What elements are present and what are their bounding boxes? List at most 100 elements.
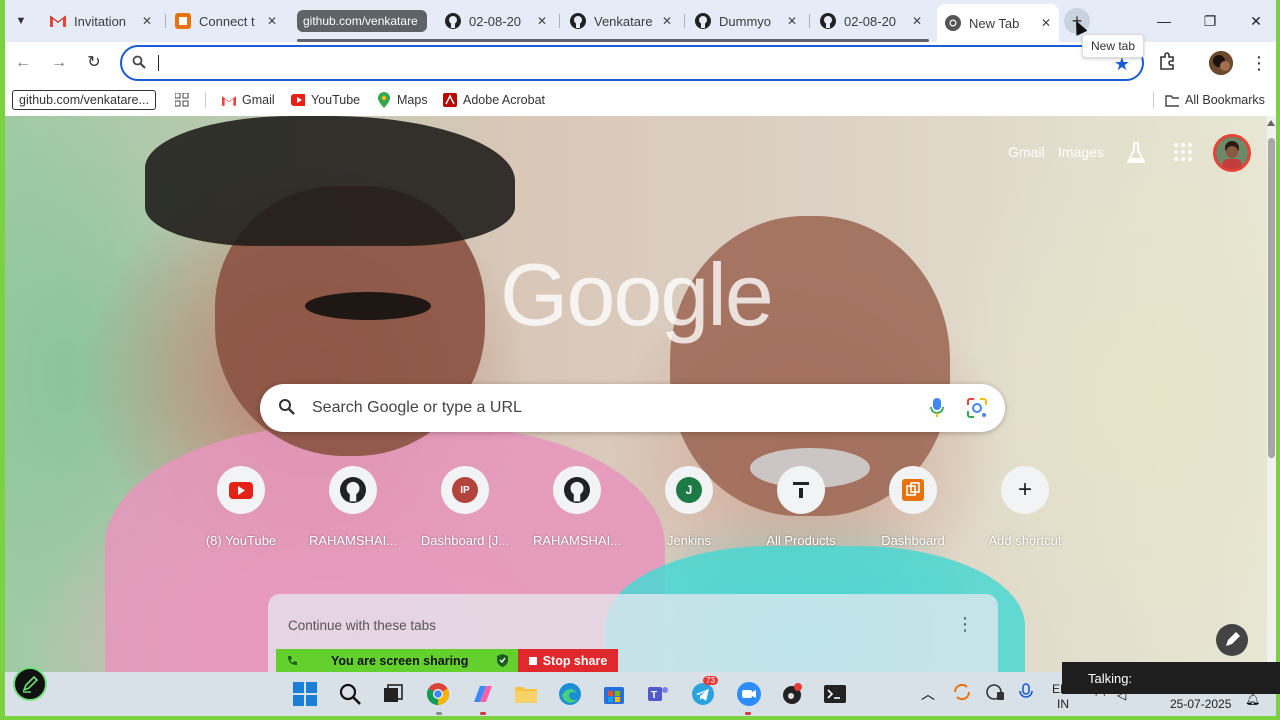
google-lens-icon[interactable] bbox=[966, 397, 988, 424]
teams-icon: T bbox=[648, 687, 668, 701]
language-indicator-2[interactable]: IN bbox=[1057, 697, 1069, 711]
more-vertical-icon[interactable]: ⋮ bbox=[956, 614, 974, 635]
tab-github-3[interactable]: Dummyo ✕ bbox=[687, 6, 805, 36]
close-icon[interactable]: ✕ bbox=[537, 14, 547, 28]
taskbar-teams[interactable]: T bbox=[646, 682, 670, 706]
youtube-icon bbox=[291, 93, 305, 107]
taskbar-search-button[interactable] bbox=[338, 682, 362, 706]
start-button[interactable] bbox=[293, 682, 317, 706]
github-icon bbox=[445, 13, 461, 29]
shortcut-dashboard-j[interactable]: IP Dashboard [J... bbox=[409, 466, 521, 548]
taskbar-copilot[interactable] bbox=[470, 682, 494, 706]
taskbar-edge[interactable] bbox=[558, 682, 582, 706]
bookmark-github[interactable]: github.com/venkatare... bbox=[12, 90, 156, 110]
bookmark-acrobat[interactable]: Adobe Acrobat bbox=[443, 91, 545, 109]
customize-button[interactable] bbox=[1216, 624, 1248, 656]
stop-share-button[interactable]: Stop share bbox=[518, 649, 618, 672]
close-icon[interactable]: ✕ bbox=[1041, 16, 1051, 30]
scrollbar-thumb[interactable] bbox=[1268, 138, 1275, 458]
new-tab-page: Google Gmail Images Search Google or typ… bbox=[5, 116, 1276, 672]
github-icon bbox=[820, 13, 836, 29]
restore-button[interactable]: ❐ bbox=[1195, 8, 1225, 34]
page-scrollbar[interactable] bbox=[1267, 116, 1276, 672]
bookmark-youtube[interactable]: YouTube bbox=[291, 91, 360, 109]
windows-logo-icon bbox=[293, 682, 317, 706]
browser-window: ▼ Invitation ✕ Connect t ✕ github.com/ve… bbox=[5, 0, 1276, 716]
annotate-pen-button[interactable] bbox=[13, 667, 47, 701]
address-bar[interactable]: ★ bbox=[120, 45, 1144, 81]
search-icon bbox=[278, 398, 296, 421]
extensions-button[interactable] bbox=[1158, 51, 1182, 75]
tray-network-app-icon[interactable] bbox=[985, 682, 1009, 706]
add-shortcut-button[interactable]: + Add shortcut bbox=[969, 466, 1081, 548]
pencil-icon bbox=[1226, 632, 1240, 646]
shortcut-all-products[interactable]: All Products bbox=[745, 466, 857, 548]
close-window-button[interactable]: ✕ bbox=[1241, 8, 1271, 34]
taskbar-zoom[interactable] bbox=[735, 682, 761, 706]
microphone-icon[interactable] bbox=[930, 397, 944, 424]
tab-invitation[interactable]: Invitation ✕ bbox=[42, 6, 160, 36]
close-icon[interactable]: ✕ bbox=[787, 14, 797, 28]
tab-github-2[interactable]: Venkatare ✕ bbox=[562, 6, 680, 36]
reload-button[interactable]: ↻ bbox=[82, 51, 106, 75]
arrow-left-icon: ← bbox=[15, 54, 31, 71]
minimize-icon: — bbox=[1157, 13, 1171, 29]
close-icon[interactable]: ✕ bbox=[142, 14, 152, 28]
tab-new-tab[interactable]: New Tab ✕ bbox=[937, 4, 1059, 42]
shortcut-rahamshai-2[interactable]: RAHAMSHAI... bbox=[521, 466, 633, 548]
ntp-search-box[interactable]: Search Google or type a URL bbox=[260, 384, 1005, 432]
close-icon[interactable]: ✕ bbox=[267, 14, 277, 28]
tab-strip: ▼ Invitation ✕ Connect t ✕ github.com/ve… bbox=[5, 0, 1276, 58]
all-bookmarks[interactable]: All Bookmarks bbox=[1165, 91, 1265, 109]
bookmark-gmail[interactable]: Gmail bbox=[222, 91, 275, 109]
tab-search-button[interactable]: ▼ bbox=[10, 10, 32, 32]
profile-avatar[interactable] bbox=[1213, 134, 1251, 172]
chevron-down-icon: ▼ bbox=[15, 15, 27, 27]
taskbar-date[interactable]: 25-07-2025 bbox=[1170, 697, 1231, 711]
taskbar-terminal[interactable] bbox=[823, 682, 847, 706]
taskbar-app-black[interactable] bbox=[780, 682, 804, 706]
connect-icon bbox=[175, 13, 191, 29]
task-view-button[interactable] bbox=[381, 682, 405, 706]
images-link[interactable]: Images bbox=[1058, 144, 1104, 160]
shortcut-youtube[interactable]: (8) YouTube bbox=[185, 466, 297, 548]
tab-connect[interactable]: Connect t ✕ bbox=[167, 6, 285, 36]
taskbar-telegram[interactable]: 73 bbox=[691, 676, 718, 706]
forward-button[interactable]: → bbox=[47, 51, 71, 75]
avatar-icon bbox=[1216, 137, 1248, 169]
globe-shield-icon bbox=[986, 684, 1004, 700]
profile-avatar-small[interactable] bbox=[1209, 51, 1233, 75]
phone-icon bbox=[288, 655, 297, 665]
tray-sync-icon[interactable] bbox=[952, 682, 976, 706]
close-icon[interactable]: ✕ bbox=[912, 14, 922, 28]
avatar-icon bbox=[1209, 51, 1233, 75]
tray-overflow-button[interactable]: ︿ bbox=[921, 684, 945, 708]
scroll-up-icon[interactable] bbox=[1267, 120, 1275, 126]
bookmark-maps[interactable]: Maps bbox=[377, 91, 428, 109]
shortcut-jenkins[interactable]: J Jenkins bbox=[633, 466, 745, 548]
telegram-icon bbox=[692, 683, 714, 705]
screen-sharing-indicator: You are screen sharing bbox=[276, 649, 518, 672]
chrome-menu-button[interactable]: ⋮ bbox=[1250, 51, 1268, 75]
tab-github-4[interactable]: 02-08-20 ✕ bbox=[812, 6, 930, 36]
gmail-link[interactable]: Gmail bbox=[1008, 144, 1045, 160]
labs-flask-icon[interactable] bbox=[1126, 142, 1148, 164]
gmail-icon bbox=[222, 93, 236, 107]
github-icon bbox=[564, 477, 590, 503]
task-view-icon bbox=[384, 684, 403, 702]
taskbar-file-explorer[interactable] bbox=[514, 682, 538, 706]
shortcut-rahamshai-1[interactable]: RAHAMSHAI... bbox=[297, 466, 409, 548]
tray-mic-icon[interactable] bbox=[1017, 682, 1041, 706]
close-icon[interactable]: ✕ bbox=[662, 14, 672, 28]
close-icon: ✕ bbox=[1250, 13, 1262, 29]
back-button[interactable]: ← bbox=[11, 51, 35, 75]
taskbar-chrome[interactable] bbox=[426, 682, 450, 706]
taskbar-store[interactable] bbox=[602, 682, 626, 706]
tab-group-github[interactable]: github.com/venkatare bbox=[297, 10, 427, 32]
shortcut-dashboard[interactable]: Dashboard bbox=[857, 466, 969, 548]
minimize-button[interactable]: — bbox=[1149, 8, 1179, 34]
apps-shortcut[interactable] bbox=[175, 91, 195, 109]
text-caret bbox=[158, 55, 159, 71]
tab-github-1[interactable]: 02-08-20 ✕ bbox=[437, 6, 555, 36]
google-apps-icon[interactable] bbox=[1173, 142, 1195, 164]
